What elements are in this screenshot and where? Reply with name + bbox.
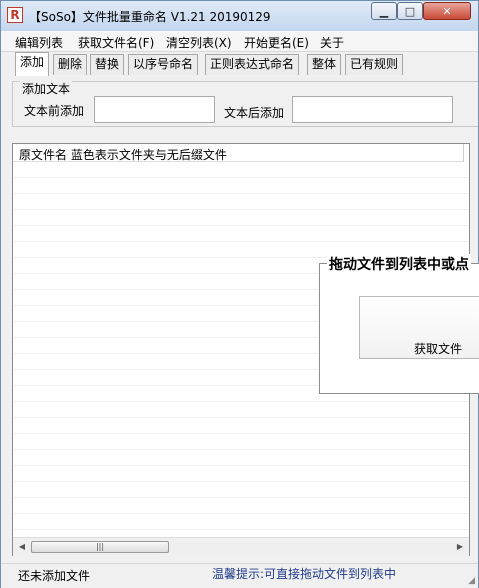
get-files-button[interactable]: 获取文件 [359, 296, 479, 359]
menu-edit-list[interactable]: 编辑列表 [15, 34, 63, 51]
close-button[interactable]: ✕ [423, 2, 471, 20]
list-row[interactable] [13, 162, 469, 178]
menu-clear-list[interactable]: 清空列表(X) [166, 34, 232, 51]
tab-existing-rules[interactable]: 已有规则 [345, 54, 404, 75]
minimize-button[interactable]: ▁ [371, 2, 397, 20]
header-divider [463, 144, 464, 162]
file-list-header[interactable]: 原文件名 蓝色表示文件夹与无后缀文件 [13, 144, 463, 162]
add-text-legend: 添加文本 [20, 80, 73, 97]
window-title: 【SoSo】文件批量重命名 V1.21 20190129 [29, 10, 271, 24]
status-tip: 温馨提示:可直接拖动文件到列表中 [212, 567, 397, 581]
suffix-input[interactable] [292, 96, 453, 123]
maximize-button[interactable]: □ [397, 2, 423, 20]
suffix-label: 文本后添加 [224, 106, 285, 120]
list-row[interactable] [13, 466, 469, 482]
rule-tabs: 添加 删除 替换 以序号命名 正则表达式命名 整体 已有规则 [1, 52, 478, 76]
main-window: R 【SoSo】文件批量重命名 V1.21 20190129 ▁ □ ✕ 编辑列… [0, 0, 479, 588]
tab-sequence-name[interactable]: 以序号命名 [128, 54, 199, 75]
prefix-label: 文本前添加 [24, 104, 85, 118]
prefix-input[interactable] [94, 96, 215, 123]
tab-whole[interactable]: 整体 [307, 54, 342, 75]
status-bar: 还未添加文件 温馨提示:可直接拖动文件到列表中 ◢ [1, 563, 478, 588]
list-row[interactable] [13, 194, 469, 210]
menu-about[interactable]: 关于 [320, 34, 344, 51]
menu-bar: 编辑列表 获取文件名(F) 清空列表(X) 开始更名(E) 关于 [1, 31, 478, 52]
menu-get-filenames[interactable]: 获取文件名(F) [78, 34, 154, 51]
list-row[interactable] [13, 530, 469, 537]
horizontal-scrollbar[interactable]: ◀ ||| ▶ [13, 537, 469, 556]
scroll-thumb[interactable]: ||| [31, 541, 169, 553]
resize-grip-icon[interactable]: ◢ [468, 576, 475, 586]
scroll-left-icon[interactable]: ◀ [15, 540, 29, 554]
column-original-filename[interactable]: 原文件名 蓝色表示文件夹与无后缀文件 [19, 146, 227, 163]
tab-delete[interactable]: 删除 [53, 54, 88, 75]
list-row[interactable] [13, 226, 469, 242]
drop-area-title: 拖动文件到列表中或点 [327, 254, 471, 274]
list-row[interactable] [13, 418, 469, 434]
list-row[interactable] [13, 210, 469, 226]
app-icon: R [7, 7, 23, 23]
title-bar[interactable]: R 【SoSo】文件批量重命名 V1.21 20190129 ▁ □ ✕ [1, 1, 478, 31]
menu-start-rename[interactable]: 开始更名(E) [244, 34, 309, 51]
list-row[interactable] [13, 434, 469, 450]
tab-regex-name[interactable]: 正则表达式命名 [205, 54, 300, 75]
get-files-button-label: 获取文件 [414, 342, 463, 356]
list-row[interactable] [13, 450, 469, 466]
list-row[interactable] [13, 482, 469, 498]
tab-replace[interactable]: 替换 [90, 54, 125, 75]
list-row[interactable] [13, 498, 469, 514]
scroll-right-icon[interactable]: ▶ [453, 540, 467, 554]
list-row[interactable] [13, 178, 469, 194]
list-row[interactable] [13, 402, 469, 418]
list-row[interactable] [13, 514, 469, 530]
status-file-count: 还未添加文件 [18, 569, 91, 583]
tab-add[interactable]: 添加 [15, 52, 50, 76]
